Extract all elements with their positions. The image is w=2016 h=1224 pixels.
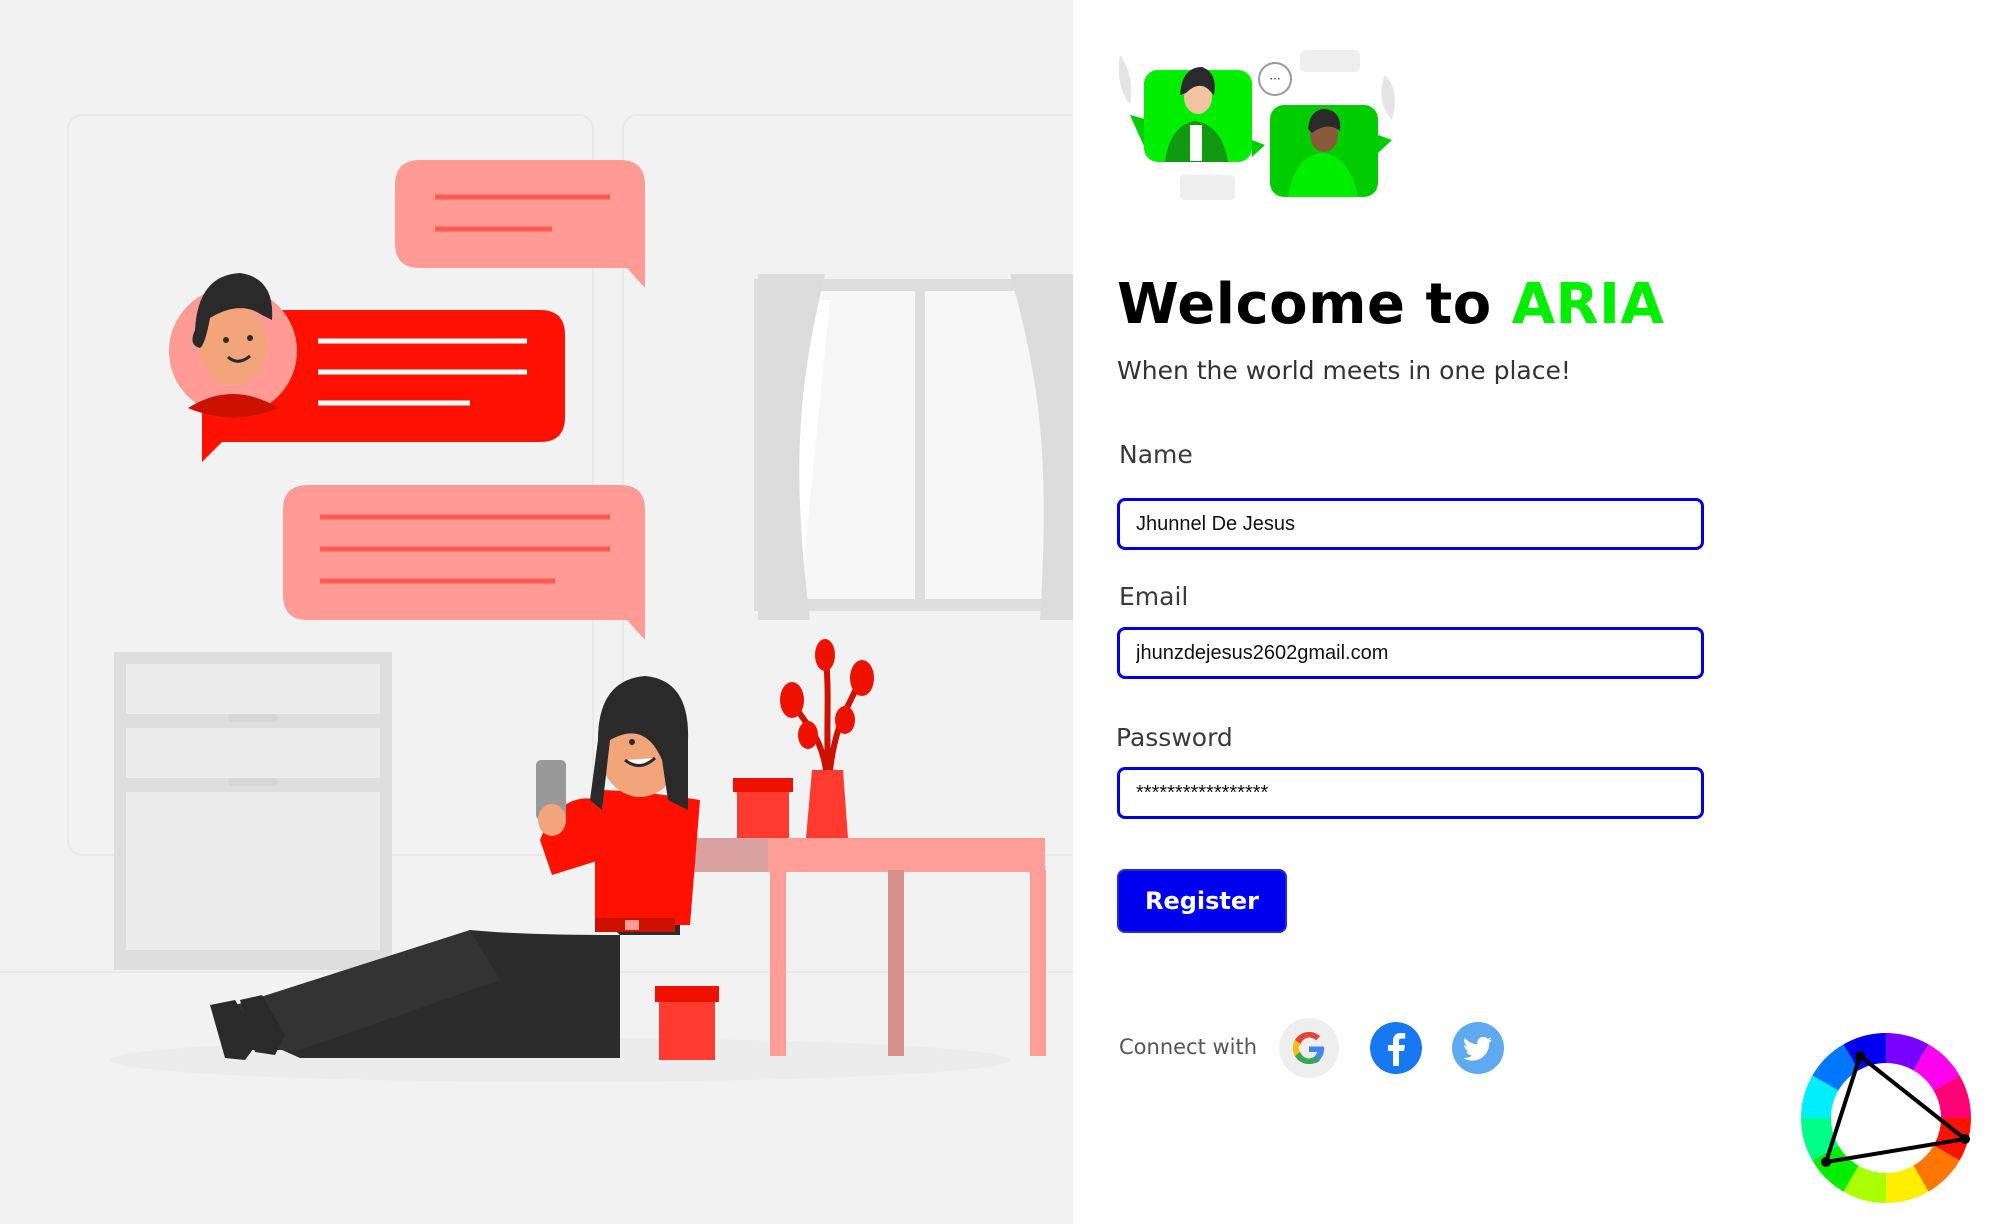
email-input[interactable]	[1117, 627, 1704, 679]
tagline: When the world meets in one place!	[1117, 356, 1571, 385]
twitter-icon	[1448, 1018, 1508, 1078]
color-wheel-icon	[1801, 1033, 1971, 1203]
email-label: Email	[1119, 582, 1189, 611]
google-login-button[interactable]	[1279, 1018, 1339, 1078]
video-chat-illustration: ···	[1118, 50, 1395, 200]
brand-name: ARIA	[1511, 272, 1665, 337]
connect-with-label: Connect with	[1119, 1035, 1258, 1059]
password-input[interactable]	[1117, 767, 1704, 819]
register-button[interactable]: Register	[1117, 869, 1287, 933]
facebook-login-button[interactable]	[1366, 1018, 1426, 1078]
google-icon	[1279, 1018, 1339, 1078]
hero-illustration-panel	[0, 0, 1073, 1224]
svg-text:···: ···	[1269, 72, 1280, 86]
password-label: Password	[1116, 723, 1233, 752]
page-title: Welcome to ARIA	[1117, 272, 1664, 337]
twitter-login-button[interactable]	[1448, 1018, 1508, 1078]
name-input[interactable]	[1117, 498, 1704, 550]
facebook-icon	[1366, 1018, 1426, 1078]
title-prefix: Welcome to	[1117, 272, 1512, 337]
woman-chatting-illustration	[0, 114, 1073, 1082]
name-label: Name	[1119, 440, 1193, 469]
